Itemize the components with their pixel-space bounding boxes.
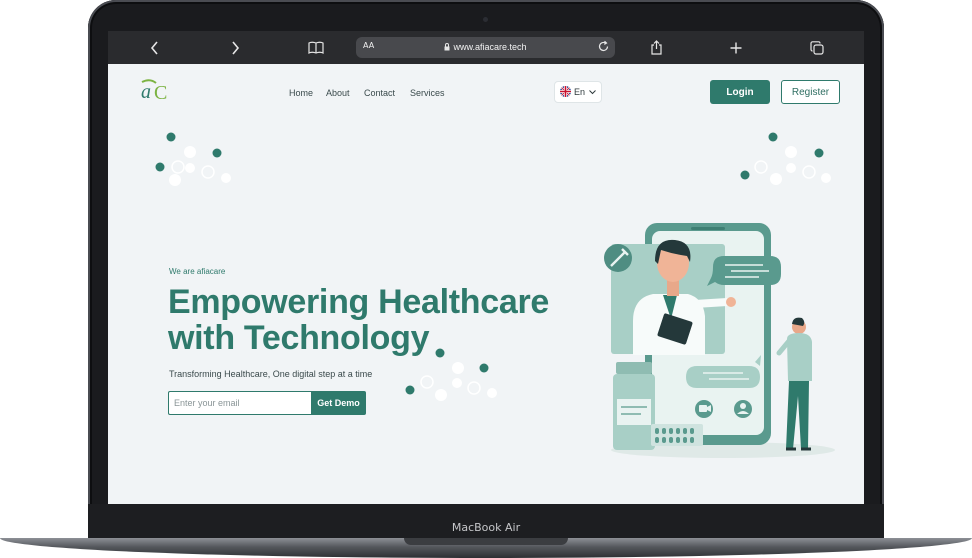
device-label: MacBook Air (451, 521, 521, 534)
email-input[interactable] (168, 391, 311, 415)
hero-eyebrow: We are afiacare (169, 267, 226, 276)
hero-title: Empowering Healthcare with Technology (168, 284, 598, 356)
hero-title-line-2: with Technology (168, 319, 430, 357)
hero-title-line-1: Empowering Healthcare (168, 283, 550, 321)
get-demo-button[interactable]: Get Demo (311, 391, 366, 415)
telehealth-doctor-illustration (604, 223, 835, 458)
laptop-notch (404, 538, 568, 545)
camera-icon (483, 17, 488, 22)
browser-screen: AA www.afiacare.tech a C Home About Cont… (108, 31, 864, 504)
hero-subtitle: Transforming Healthcare, One digital ste… (169, 369, 373, 379)
